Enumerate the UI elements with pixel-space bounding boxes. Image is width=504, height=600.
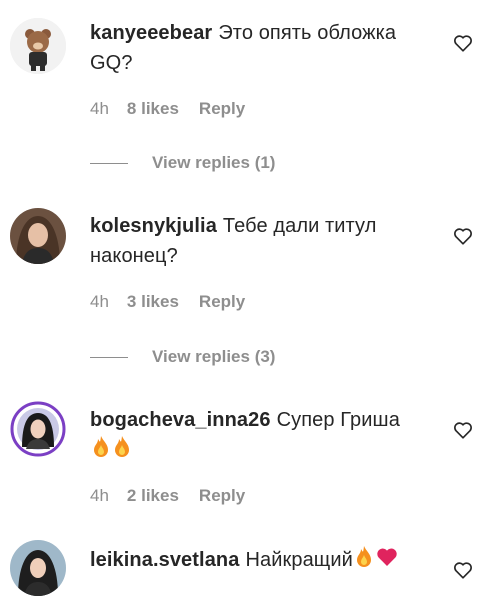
comment-time: 4h	[90, 292, 109, 311]
view-replies-label: View replies (1)	[152, 153, 276, 172]
woman-story-avatar-icon	[10, 401, 66, 457]
comment-text-block: kolesnykjulia Тебе дали титул наконец?	[90, 211, 430, 271]
comment-body: Супер Гриша	[276, 409, 400, 431]
comment-text-block: leikina.svetlana Найкращий	[90, 545, 430, 575]
fire-emoji	[91, 435, 111, 459]
woman-avatar-icon	[10, 208, 66, 264]
view-replies-label: View replies (3)	[152, 347, 276, 366]
comment-username[interactable]: kolesnykjulia	[90, 215, 217, 237]
reply-button[interactable]: Reply	[199, 99, 245, 118]
user-avatar[interactable]	[10, 401, 66, 457]
comment-time: 4h	[90, 99, 109, 118]
reply-button[interactable]: Reply	[199, 292, 245, 311]
comment-likes[interactable]: 2 likes	[127, 486, 179, 505]
fire-emoji	[112, 435, 132, 459]
divider-line	[90, 356, 128, 358]
comment-time: 4h	[90, 486, 109, 505]
comment-username[interactable]: kanyeeebear	[90, 22, 212, 44]
comment-text-block: kanyeeebear Это опять обложка GQ?	[90, 18, 430, 78]
like-heart-icon[interactable]	[452, 559, 474, 581]
like-heart-icon[interactable]	[452, 225, 474, 247]
divider-line	[90, 162, 128, 164]
comment-username[interactable]: bogacheva_inna26	[90, 409, 271, 431]
user-avatar[interactable]	[10, 540, 66, 596]
comment-body: Найкращий	[245, 549, 353, 571]
like-heart-icon[interactable]	[452, 419, 474, 441]
reply-button[interactable]: Reply	[199, 486, 245, 505]
bear-avatar-icon	[10, 18, 66, 74]
like-heart-icon[interactable]	[452, 32, 474, 54]
comment-meta: 4h 3 likes Reply	[90, 292, 245, 312]
view-replies-button[interactable]: View replies (1)	[90, 152, 275, 174]
comment-text-block: bogacheva_inna26 Супер Гриша	[90, 405, 430, 465]
user-avatar[interactable]	[10, 208, 66, 264]
comment-meta: 4h 8 likes Reply	[90, 99, 245, 119]
fire-emoji	[354, 545, 374, 569]
comment-likes[interactable]: 8 likes	[127, 99, 179, 118]
woman-avatar-icon	[10, 540, 66, 596]
red-heart-emoji	[375, 545, 399, 569]
comment-likes[interactable]: 3 likes	[127, 292, 179, 311]
view-replies-button[interactable]: View replies (3)	[90, 346, 275, 368]
comment-meta: 4h 2 likes Reply	[90, 486, 245, 506]
user-avatar[interactable]	[10, 18, 66, 74]
comment-username[interactable]: leikina.svetlana	[90, 549, 239, 571]
